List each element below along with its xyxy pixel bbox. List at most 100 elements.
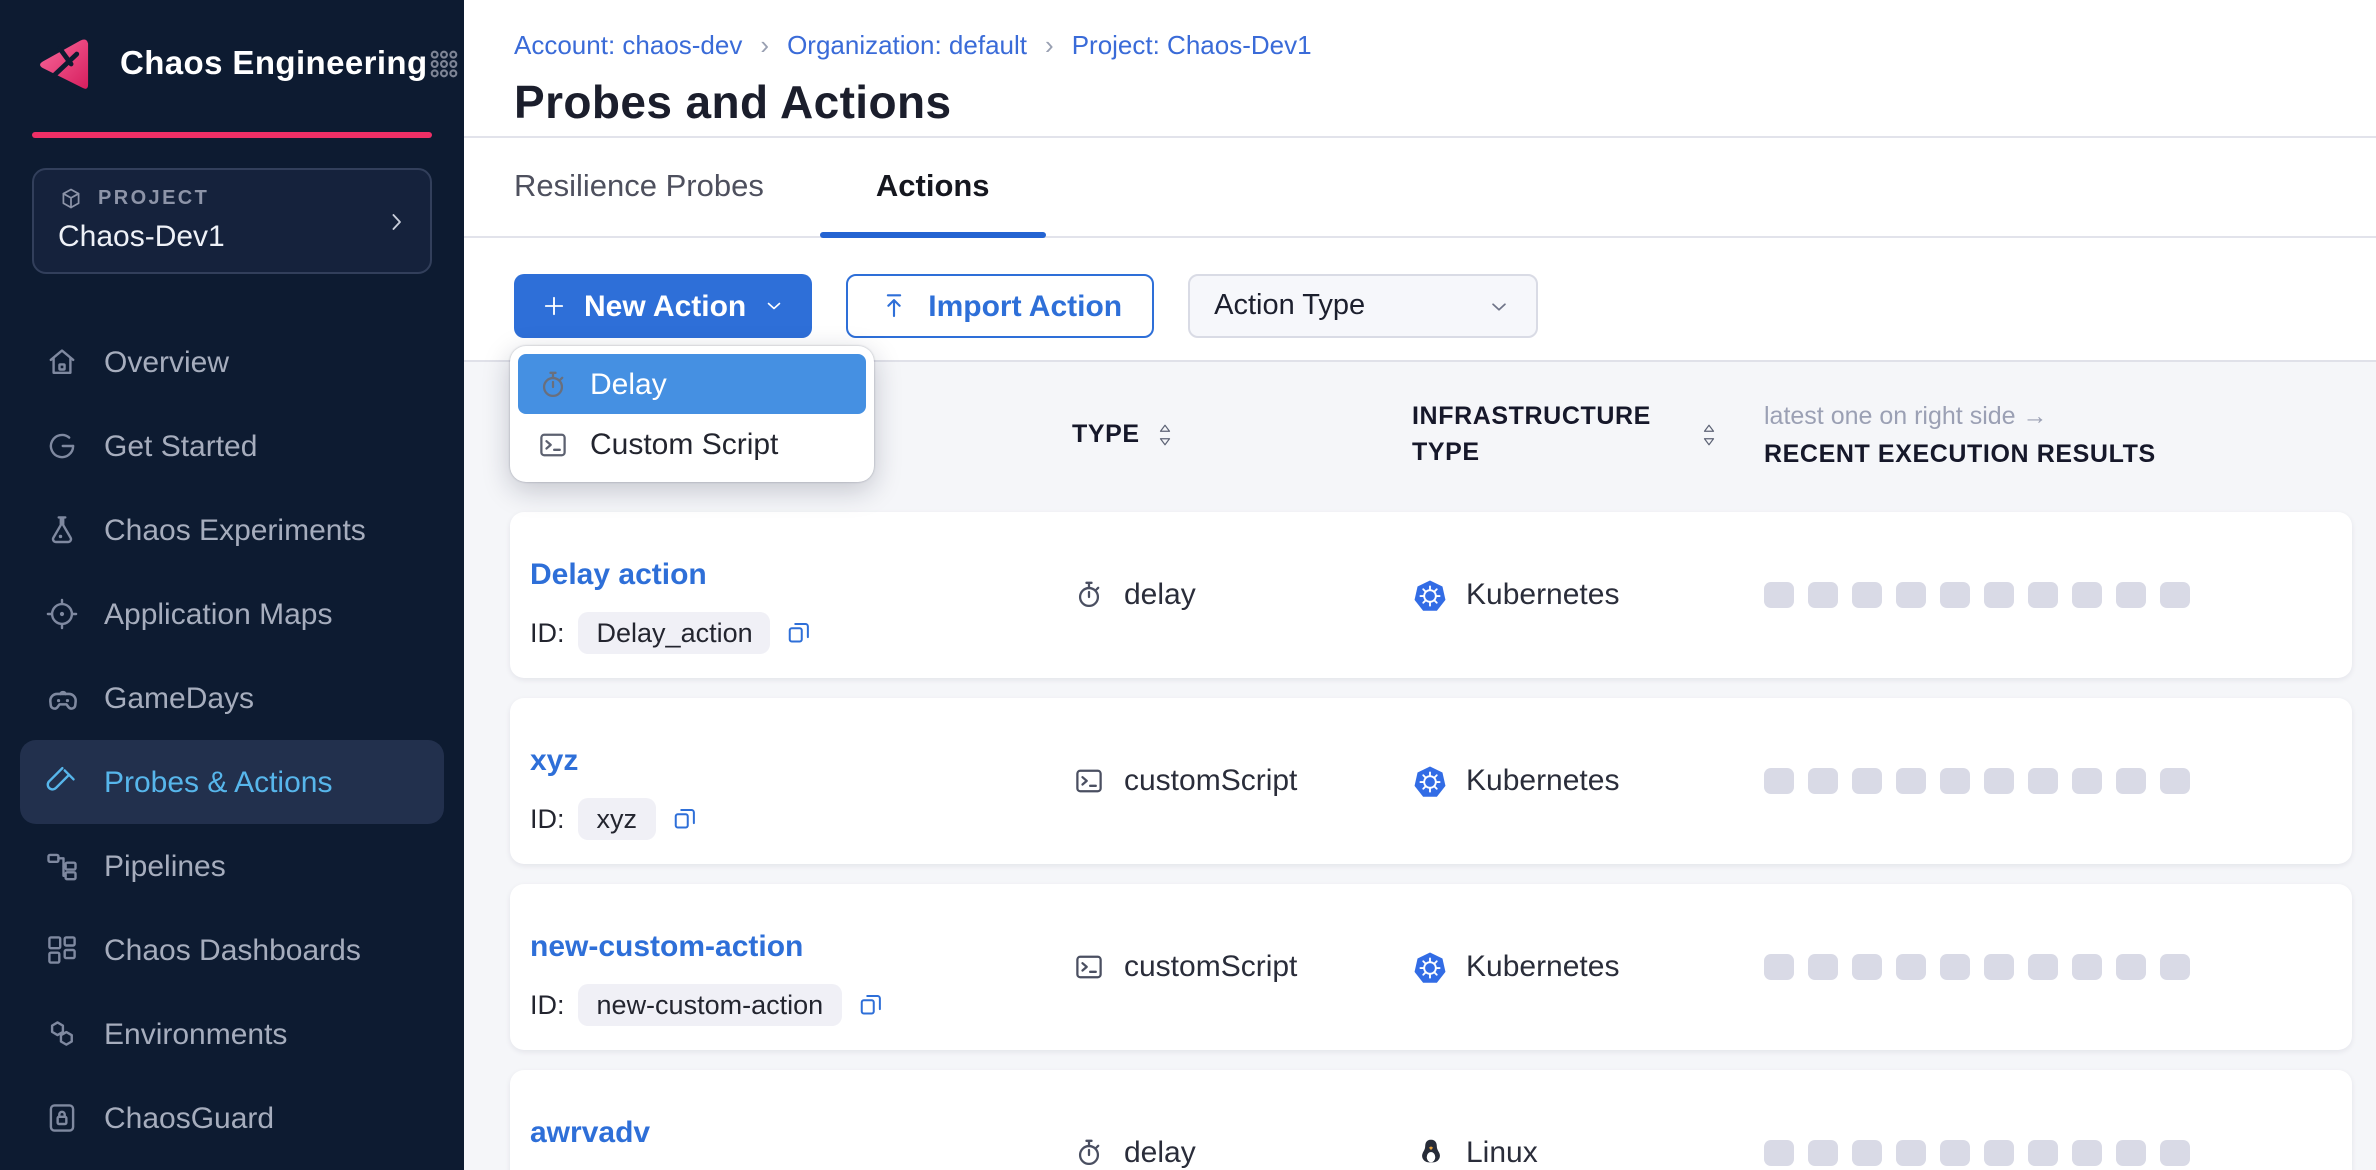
action-name-link[interactable]: awrvadv <box>530 1116 650 1150</box>
sidebar-item-label: Application Maps <box>104 597 332 631</box>
main-content: Account: chaos-dev › Organization: defau… <box>464 0 2376 1170</box>
project-label: PROJECT <box>98 188 209 210</box>
execution-result-placeholder <box>1764 954 1794 980</box>
import-icon <box>878 290 910 322</box>
breadcrumb-separator: › <box>1045 29 1054 59</box>
sidebar-menu: Overview Get Started Chaos Experiments A… <box>0 320 464 1160</box>
import-action-button[interactable]: Import Action <box>846 274 1154 338</box>
execution-result-placeholder <box>1852 1140 1882 1166</box>
execution-result-placeholder <box>2116 768 2146 794</box>
execution-result-placeholder <box>1984 1140 2014 1166</box>
action-table-row: xyz ID: xyz customScript Kubernetes <box>510 698 2352 864</box>
sidebar-item-get-started[interactable]: Get Started <box>20 404 444 488</box>
execution-result-placeholder <box>1896 768 1926 794</box>
action-type-value: Action Type <box>1214 290 1365 322</box>
execution-result-placeholder <box>2028 582 2058 608</box>
action-type-cell: delay <box>1060 578 1400 612</box>
infrastructure-text: Linux <box>1466 1136 1538 1170</box>
sort-icon[interactable] <box>1700 421 1718 447</box>
breadcrumb-separator: › <box>760 29 769 59</box>
infrastructure-cell: Kubernetes <box>1400 949 1750 985</box>
new-action-label: New Action <box>584 289 746 323</box>
menu-item-label: Delay <box>590 367 667 401</box>
tab-resilience-probes[interactable]: Resilience Probes <box>514 138 820 236</box>
pipelines-icon <box>42 846 82 886</box>
sidebar-item-label: Pipelines <box>104 849 226 883</box>
infrastructure-cell: Linux <box>1400 1135 1750 1170</box>
action-id-pill: new-custom-action <box>579 984 842 1026</box>
sidebar-item-chaos-experiments[interactable]: Chaos Experiments <box>20 488 444 572</box>
execution-result-placeholder <box>1984 768 2014 794</box>
id-label: ID: <box>530 990 565 1020</box>
dashboards-icon <box>42 930 82 970</box>
copy-icon[interactable] <box>855 990 885 1020</box>
sidebar-item-environments[interactable]: Environments <box>20 992 444 1076</box>
target-icon <box>42 594 82 634</box>
execution-result-placeholder <box>2116 954 2146 980</box>
recent-results-cell <box>1750 954 2352 980</box>
breadcrumb-account-link[interactable]: Account: chaos-dev <box>514 29 742 59</box>
breadcrumb-organization-link[interactable]: Organization: default <box>787 29 1027 59</box>
chevron-down-icon <box>1486 293 1512 319</box>
menu-item-custom-script[interactable]: Custom Script <box>518 414 866 474</box>
execution-result-placeholder <box>1808 1140 1838 1166</box>
sidebar-item-label: Overview <box>104 345 229 379</box>
kubernetes-icon <box>1412 763 1448 799</box>
action-name-link[interactable]: new-custom-action <box>530 930 803 964</box>
execution-result-placeholder <box>1896 1140 1926 1166</box>
shield-lock-icon <box>42 1098 82 1138</box>
project-selector[interactable]: PROJECT Chaos-Dev1 <box>32 168 432 274</box>
actions-table-body: Delay action ID: Delay_action delay Kube… <box>464 506 2376 1170</box>
column-header-recent-results: latest one on right side → RECENT EXECUT… <box>1750 401 2352 467</box>
action-table-row: awrvadv delay Linux <box>510 1070 2352 1170</box>
type-text: delay <box>1124 578 1196 612</box>
terminal-icon <box>536 427 570 461</box>
sidebar-item-label: Environments <box>104 1017 287 1051</box>
action-type-cell: customScript <box>1060 764 1400 798</box>
stopwatch-icon <box>1072 578 1106 612</box>
execution-result-placeholder <box>2028 768 2058 794</box>
execution-result-placeholder <box>1764 582 1794 608</box>
infrastructure-text: Kubernetes <box>1466 578 1619 612</box>
execution-result-placeholder <box>2028 1140 2058 1166</box>
action-name-cell: awrvadv <box>510 1070 1060 1152</box>
sidebar-item-gamedays[interactable]: GameDays <box>20 656 444 740</box>
sort-icon[interactable] <box>1156 421 1174 447</box>
execution-result-placeholder <box>2160 1140 2190 1166</box>
menu-item-delay[interactable]: Delay <box>518 354 866 414</box>
execution-result-placeholder <box>1984 954 2014 980</box>
execution-result-placeholder <box>1764 768 1794 794</box>
action-name-link[interactable]: xyz <box>530 744 578 778</box>
get-started-icon <box>42 426 82 466</box>
chevron-down-icon <box>762 294 786 318</box>
execution-result-placeholder <box>1984 582 2014 608</box>
execution-result-placeholder <box>2072 1140 2102 1166</box>
sidebar-item-overview[interactable]: Overview <box>20 320 444 404</box>
action-type-select[interactable]: Action Type <box>1188 274 1538 338</box>
recent-results-cell <box>1750 768 2352 794</box>
app-title: Chaos Engineering <box>120 45 428 83</box>
sidebar-item-chaosguard[interactable]: ChaosGuard <box>20 1076 444 1160</box>
breadcrumb-project-link[interactable]: Project: Chaos-Dev1 <box>1072 29 1312 59</box>
tab-actions[interactable]: Actions <box>820 138 1046 236</box>
tab-bar: Resilience Probes Actions <box>464 138 2376 238</box>
action-name-cell: xyz ID: xyz <box>510 698 1060 840</box>
brand-divider <box>32 132 432 138</box>
action-name-link[interactable]: Delay action <box>530 558 707 592</box>
execution-result-placeholder <box>1808 768 1838 794</box>
page-title: Probes and Actions <box>514 74 2376 130</box>
sidebar-item-chaos-dashboards[interactable]: Chaos Dashboards <box>20 908 444 992</box>
action-name-cell: new-custom-action ID: new-custom-action <box>510 884 1060 1026</box>
sidebar-item-pipelines[interactable]: Pipelines <box>20 824 444 908</box>
infrastructure-cell: Kubernetes <box>1400 577 1750 613</box>
new-action-button[interactable]: New Action <box>514 274 812 338</box>
action-id-row: ID: xyz <box>530 798 1060 840</box>
stopwatch-icon <box>536 367 570 401</box>
sidebar-item-probes-actions[interactable]: Probes & Actions <box>20 740 444 824</box>
import-action-label: Import Action <box>928 289 1122 323</box>
sidebar-item-application-maps[interactable]: Application Maps <box>20 572 444 656</box>
module-grid-icon[interactable] <box>428 48 460 80</box>
copy-icon[interactable] <box>669 804 699 834</box>
copy-icon[interactable] <box>785 618 815 648</box>
type-text: customScript <box>1124 764 1297 798</box>
